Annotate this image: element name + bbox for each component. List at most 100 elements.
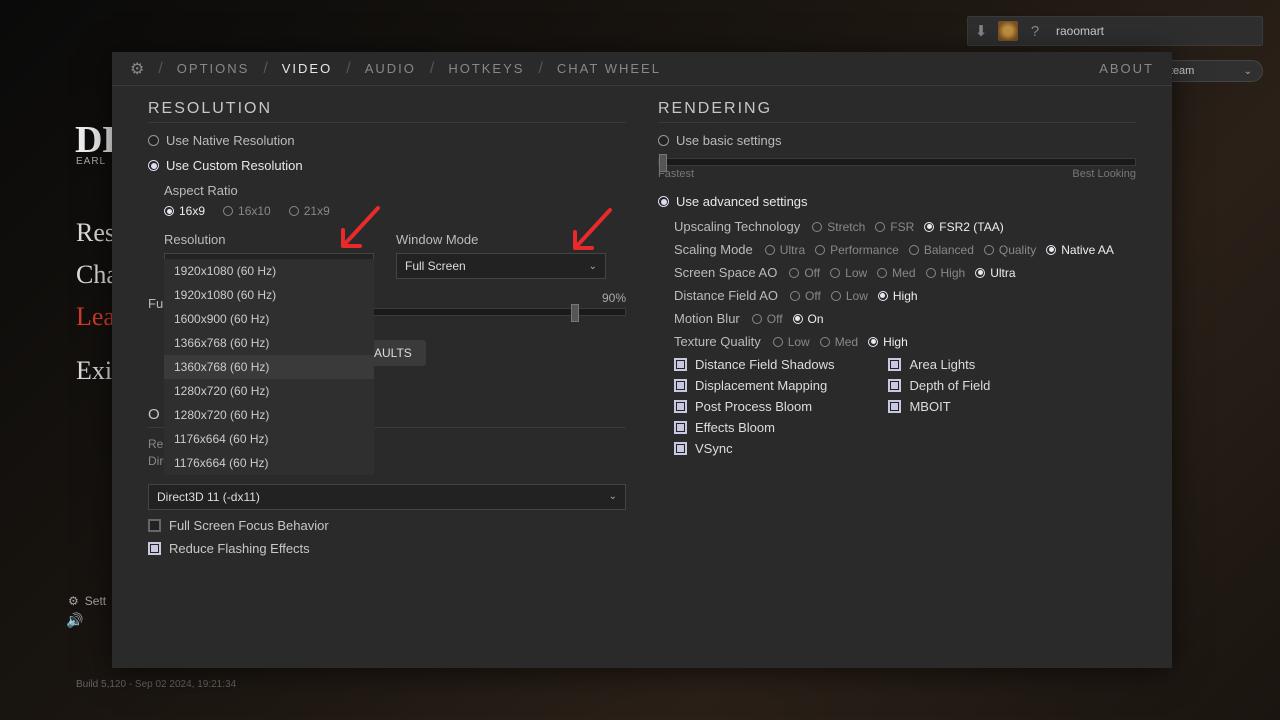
check-post-process-bloom[interactable]: Post Process Bloom	[674, 399, 834, 414]
renderer-select[interactable]: Direct3D 11 (-dx11) ⌄	[148, 484, 626, 510]
aspect-ratio-label: Aspect Ratio	[164, 183, 626, 198]
resverbose-option[interactable]: 1176x664 (60 Hz)	[164, 451, 374, 475]
checkbox-icon	[674, 358, 687, 371]
radio-custom-resolution[interactable]: Use Custom Resolution	[148, 158, 626, 173]
check-displacement-mapping[interactable]: Displacement Mapping	[674, 378, 834, 393]
resverbose-option[interactable]: 1366x768 (60 Hz)	[164, 331, 374, 355]
checkbox-icon	[888, 400, 901, 413]
option-low[interactable]: Low	[830, 266, 867, 280]
resolution-title: RESOLUTION	[148, 100, 626, 123]
radio-icon	[148, 135, 159, 146]
fs-focus-checkbox[interactable]	[148, 519, 161, 532]
check-effects-bloom[interactable]: Effects Bloom	[674, 420, 834, 435]
option-high[interactable]: High	[878, 289, 918, 303]
radio-native-resolution[interactable]: Use Native Resolution	[148, 133, 626, 148]
aspect-16x9[interactable]: 16x9	[164, 204, 205, 218]
option-low[interactable]: Low	[773, 335, 810, 349]
resverbose-option[interactable]: 1600x900 (60 Hz)	[164, 307, 374, 331]
setting-mblur: Motion Blur Off On	[674, 311, 1136, 326]
fs-focus-label: Full Screen Focus Behavior	[169, 518, 329, 533]
option-off[interactable]: Off	[789, 266, 820, 280]
checkbox-icon	[674, 421, 687, 434]
setting-label: Scaling Mode	[674, 242, 753, 257]
option-balanced[interactable]: Balanced	[909, 243, 974, 257]
option-ultra[interactable]: Ultra	[765, 243, 805, 257]
slider-prefix: Fu	[148, 296, 163, 311]
option-quality[interactable]: Quality	[984, 243, 1036, 257]
setting-texq: Texture QualityLowMedHigh	[674, 334, 1136, 349]
option-ultra[interactable]: Ultra	[975, 266, 1015, 280]
checkbox-icon	[674, 400, 687, 413]
radio-basic-settings[interactable]: Use basic settings	[658, 133, 1136, 148]
resverbose-option[interactable]: 1360x768 (60 Hz)	[164, 355, 374, 379]
basic-best-label: Best Looking	[1072, 168, 1136, 180]
check-vsync[interactable]: VSync	[674, 441, 834, 456]
build-info: Build 5,120 - Sep 02 2024, 19:21:34	[76, 679, 236, 690]
user-topbar: ⬇ ? raoomart	[967, 16, 1263, 46]
reduce-flash-checkbox[interactable]	[148, 542, 161, 555]
option-off[interactable]: Off	[752, 312, 783, 326]
resolution-dropdown: 1920x1080 (60 Hz)1920x1080 (60 Hz)1600x9…	[164, 259, 374, 475]
sound-icon[interactable]: 🔊	[66, 612, 83, 629]
checkbox-icon	[674, 379, 687, 392]
aspect-16x10[interactable]: 16x10	[223, 204, 271, 218]
help-icon[interactable]: ?	[1022, 18, 1048, 44]
tab-chatwheel[interactable]: CHAT WHEEL	[557, 61, 661, 76]
download-icon[interactable]: ⬇	[968, 18, 994, 44]
option-fsr[interactable]: FSR	[875, 220, 914, 234]
annotation-arrow-icon	[560, 202, 620, 267]
checkbox-icon	[888, 358, 901, 371]
check-area-lights[interactable]: Area Lights	[888, 357, 990, 372]
bg-settings[interactable]: Sett	[68, 594, 106, 608]
avatar[interactable]	[998, 21, 1018, 41]
setting-ssao: Screen Space AO Off Low Med High Ultra	[674, 265, 1136, 280]
checkbox-icon	[674, 442, 687, 455]
background-subtitle: EARL	[76, 156, 106, 167]
check-distance-field-shadows[interactable]: Distance Field Shadows	[674, 357, 834, 372]
resverbose-option[interactable]: 1280x720 (60 Hz)	[164, 379, 374, 403]
resverbose-option[interactable]: 1920x1080 (60 Hz)	[164, 283, 374, 307]
option-med[interactable]: Med	[877, 266, 915, 280]
resolution-column: RESOLUTION Use Native Resolution Use Cus…	[148, 100, 626, 556]
resverbose-option[interactable]: 1280x720 (60 Hz)	[164, 403, 374, 427]
tab-bar: ⚙ / OPTIONS / VIDEO / AUDIO / HOTKEYS / …	[112, 52, 1172, 86]
option-med[interactable]: Med	[820, 335, 858, 349]
tab-video[interactable]: VIDEO	[282, 61, 332, 76]
option-fsr2-taa-[interactable]: FSR2 (TAA)	[924, 220, 1003, 234]
radio-icon	[148, 160, 159, 171]
checkbox-icon	[888, 379, 901, 392]
tab-hotkeys[interactable]: HOTKEYS	[448, 61, 524, 76]
chevron-down-icon: ⌄	[609, 491, 617, 502]
setting-label: Distance Field AO	[674, 288, 778, 303]
username: raoomart	[1056, 24, 1104, 38]
rendering-column: RENDERING Use basic settings Fastest Bes…	[658, 100, 1136, 556]
resverbose-option[interactable]: 1920x1080 (60 Hz)	[164, 259, 374, 283]
setting-label: Motion Blur	[674, 311, 740, 326]
setting-label: Upscaling Technology	[674, 219, 800, 234]
reduce-flash-label: Reduce Flashing Effects	[169, 541, 310, 556]
setting-dfao: Distance Field AO Off Low High	[674, 288, 1136, 303]
tab-audio[interactable]: AUDIO	[365, 61, 416, 76]
option-on[interactable]: On	[793, 312, 824, 326]
option-stretch[interactable]: Stretch	[812, 220, 865, 234]
radio-advanced-settings[interactable]: Use advanced settings	[658, 194, 1136, 209]
gear-icon[interactable]: ⚙	[130, 59, 144, 79]
tab-about[interactable]: ABOUT	[1099, 61, 1154, 76]
rendering-title: RENDERING	[658, 100, 1136, 123]
resverbose-option[interactable]: 1176x664 (60 Hz)	[164, 427, 374, 451]
basic-quality-slider[interactable]	[658, 158, 1136, 166]
option-native-aa[interactable]: Native AA	[1046, 243, 1114, 257]
option-low[interactable]: Low	[831, 289, 868, 303]
option-high[interactable]: High	[868, 335, 908, 349]
radio-icon	[658, 196, 669, 207]
radio-icon	[658, 135, 669, 146]
check-mboit[interactable]: MBOIT	[888, 399, 990, 414]
option-high[interactable]: High	[926, 266, 966, 280]
check-depth-of-field[interactable]: Depth of Field	[888, 378, 990, 393]
option-off[interactable]: Off	[790, 289, 821, 303]
annotation-arrow-icon	[328, 200, 388, 265]
tab-options[interactable]: OPTIONS	[177, 61, 250, 76]
setting-label: Screen Space AO	[674, 265, 777, 280]
option-performance[interactable]: Performance	[815, 243, 899, 257]
aspect-21x9[interactable]: 21x9	[289, 204, 330, 218]
